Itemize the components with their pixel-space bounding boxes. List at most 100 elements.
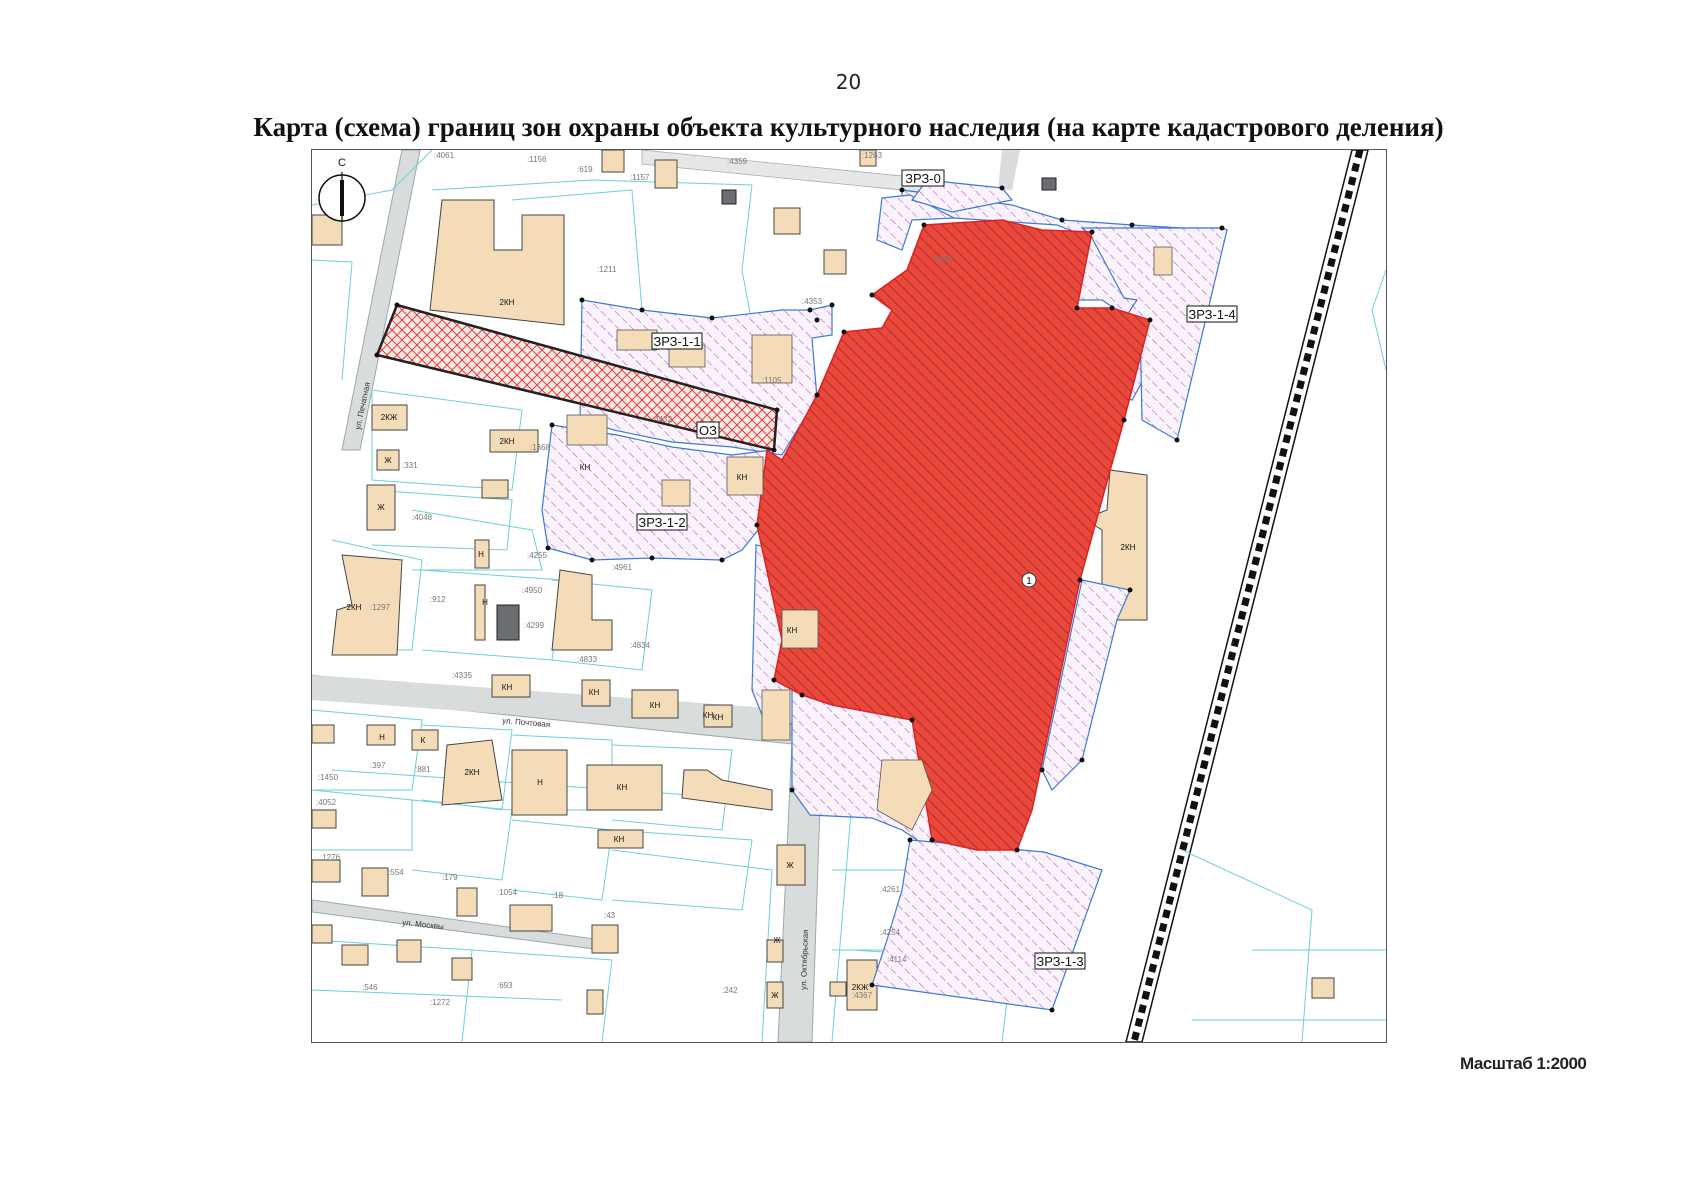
compass-north-letter: С (338, 157, 346, 169)
building-label: Н (379, 733, 385, 742)
object-marker[interactable]: 1 (1021, 572, 1037, 588)
page-number: 20 (835, 70, 862, 94)
building (654, 159, 678, 189)
parcel-label: :1368 (530, 443, 551, 452)
building-label: КН (589, 688, 600, 697)
parcel-label: :179 (442, 873, 458, 882)
building-label: КН (737, 473, 748, 482)
parcel-label: :4114 (887, 955, 907, 964)
building (481, 479, 509, 499)
building (601, 150, 625, 173)
cadastral-map[interactable]: 1 ЗРЗ-0 ЗРЗ-1-1 ЗРЗ-1-2 ЗРЗ-1-4 ЗРЗ-1-3 … (311, 149, 1387, 1043)
parcel-label: :1054 (497, 888, 518, 897)
building (396, 939, 422, 963)
building (451, 957, 473, 981)
building (681, 769, 773, 811)
zone-label-zrz12: ЗРЗ-1-2 (638, 515, 685, 530)
parcel-label: :546 (362, 983, 378, 992)
building (474, 584, 486, 641)
parcel-label: :4254 (880, 928, 901, 937)
building-label: КН (502, 683, 513, 692)
building-label: 2КН (500, 437, 515, 446)
building-label: 2КЖ (381, 413, 398, 422)
building-label: Ж (771, 991, 779, 1000)
parcel-label: :4359 (727, 157, 748, 166)
parcel-label: :1450 (318, 773, 339, 782)
parcel-label: :4961 (612, 563, 633, 572)
building (591, 924, 619, 954)
building-label: КН (787, 626, 798, 635)
north-arrow-compass: С (318, 157, 366, 222)
building (1311, 977, 1335, 999)
parcel-label: :4048 (412, 513, 433, 522)
zone-zrz-1-3 (871, 839, 1103, 1011)
building (312, 809, 337, 829)
parcel-label: :18 (552, 891, 564, 900)
building-label: КН (713, 713, 724, 722)
building (331, 554, 403, 656)
parcel-label: :4299 (524, 621, 545, 630)
parcel-label: :4261 (880, 885, 901, 894)
building-label: КН (580, 463, 591, 472)
building (456, 887, 478, 917)
building (312, 724, 335, 744)
parcel-label: :4353 (802, 297, 823, 306)
building-label: 2КН (465, 768, 480, 777)
parcel-label: :4335 (452, 671, 473, 680)
zone-label-oz: ОЗ (699, 423, 717, 438)
parcel-label: :1156 (527, 155, 547, 164)
building (509, 904, 553, 932)
parcel-label: :3646 (932, 255, 953, 264)
building-label: Ж (786, 861, 794, 870)
building (341, 944, 369, 966)
zone-label-zrz0: ЗРЗ-0 (905, 171, 941, 186)
parcel-label: :693 (497, 981, 513, 990)
parcel-label: :242 (722, 986, 738, 995)
zone-label-zrz14: ЗРЗ-1-4 (1188, 307, 1235, 322)
parcel-label: :4950 (522, 586, 543, 595)
building-label: 2КН (1121, 543, 1136, 552)
building (429, 199, 565, 326)
parcel-label: :619 (577, 165, 593, 174)
building-label: К (421, 736, 426, 745)
parcel-label: :4432 (652, 415, 673, 424)
parcel-label: :1211 (597, 265, 617, 274)
building (823, 249, 847, 275)
parcel-label: :881 (415, 765, 431, 774)
building (829, 981, 847, 997)
building-label: Ж (377, 503, 385, 512)
building-label: Ж (773, 936, 781, 945)
parcel-label: :1297 (370, 603, 391, 612)
building-label: 2КН (347, 603, 362, 612)
building-label: Н (537, 778, 543, 787)
building (361, 867, 389, 897)
building (312, 924, 333, 944)
building-label: КН (617, 783, 628, 792)
parcel-label: :4367 (852, 991, 873, 1000)
object-number-label: 1 (1026, 576, 1032, 587)
page-title: Карта (схема) границ зон охраны объекта … (253, 112, 1444, 142)
building (551, 569, 613, 651)
parcel-label: :1272 (430, 998, 451, 1007)
parcel-label: :1157 (630, 173, 650, 182)
parcel-label: :4052 (316, 798, 337, 807)
zone-label-zrz13: ЗРЗ-1-3 (1036, 954, 1083, 969)
parcel-label: :4061 (434, 151, 455, 160)
parcel-label: :397 (370, 761, 386, 770)
building-label: Н (478, 550, 484, 559)
map-scale: Масштаб 1:2000 (1460, 1054, 1587, 1073)
parcel-label: :1276 (320, 853, 341, 862)
parcel-label: :912 (430, 595, 446, 604)
building (312, 859, 341, 883)
parcel-label: :1263 (862, 151, 883, 160)
building-label: КН (614, 835, 625, 844)
parcel-label: :331 (402, 461, 418, 470)
building-label: КН (650, 701, 661, 710)
building-label: КН (703, 711, 714, 720)
building (586, 989, 604, 1015)
parcel-label: :554 (388, 868, 404, 877)
parcel-label: :1105 (762, 376, 782, 385)
parcel-label: :4833 (577, 655, 598, 664)
parcel-label: :4834 (630, 641, 651, 650)
zone-label-zrz11: ЗРЗ-1-1 (653, 334, 700, 349)
